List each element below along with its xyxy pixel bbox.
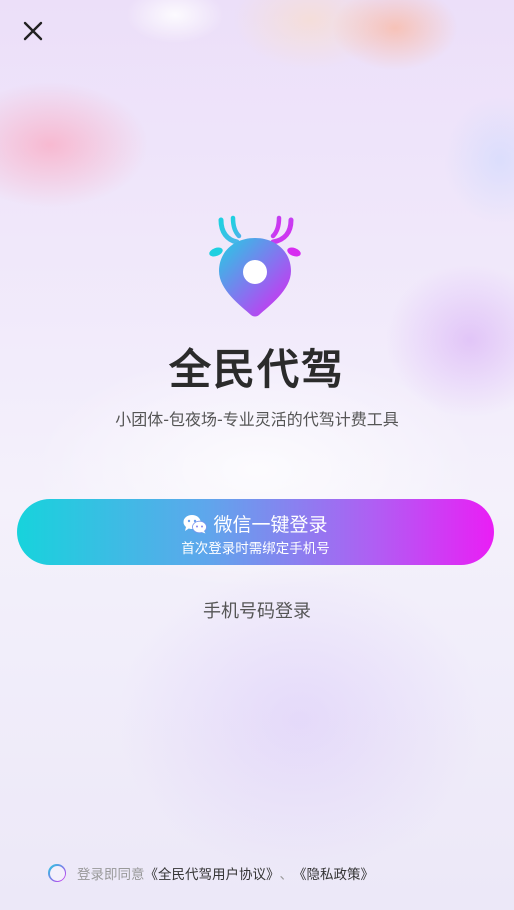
wechat-login-subtitle: 首次登录时需绑定手机号: [181, 541, 330, 557]
close-icon: [23, 21, 43, 41]
agreement-prefix: 登录即同意: [77, 867, 145, 883]
privacy-policy-link[interactable]: 《隐私政策》: [293, 863, 374, 883]
phone-login-link[interactable]: 手机号码登录: [157, 597, 357, 623]
close-button[interactable]: [20, 18, 46, 44]
background: [0, 0, 514, 910]
app-logo: [207, 214, 303, 320]
app-slogan: 小团体-包夜场-专业灵活的代驾计费工具: [115, 410, 399, 429]
app-name: 全民代驾: [168, 345, 345, 394]
agreement-row: 登录即同意 《全民代驾用户协议》 、 《隐私政策》: [48, 863, 374, 883]
wechat-icon: [183, 514, 208, 533]
user-agreement-link[interactable]: 《全民代驾用户协议》: [145, 863, 280, 883]
agreement-radio[interactable]: [48, 864, 66, 882]
wechat-login-row: 微信一键登录: [17, 510, 494, 537]
agreement-separator: 、: [279, 867, 294, 883]
wechat-login-button[interactable]: 微信一键登录 首次登录时需绑定手机号: [17, 499, 494, 565]
wechat-login-label: 微信一键登录: [213, 514, 328, 536]
